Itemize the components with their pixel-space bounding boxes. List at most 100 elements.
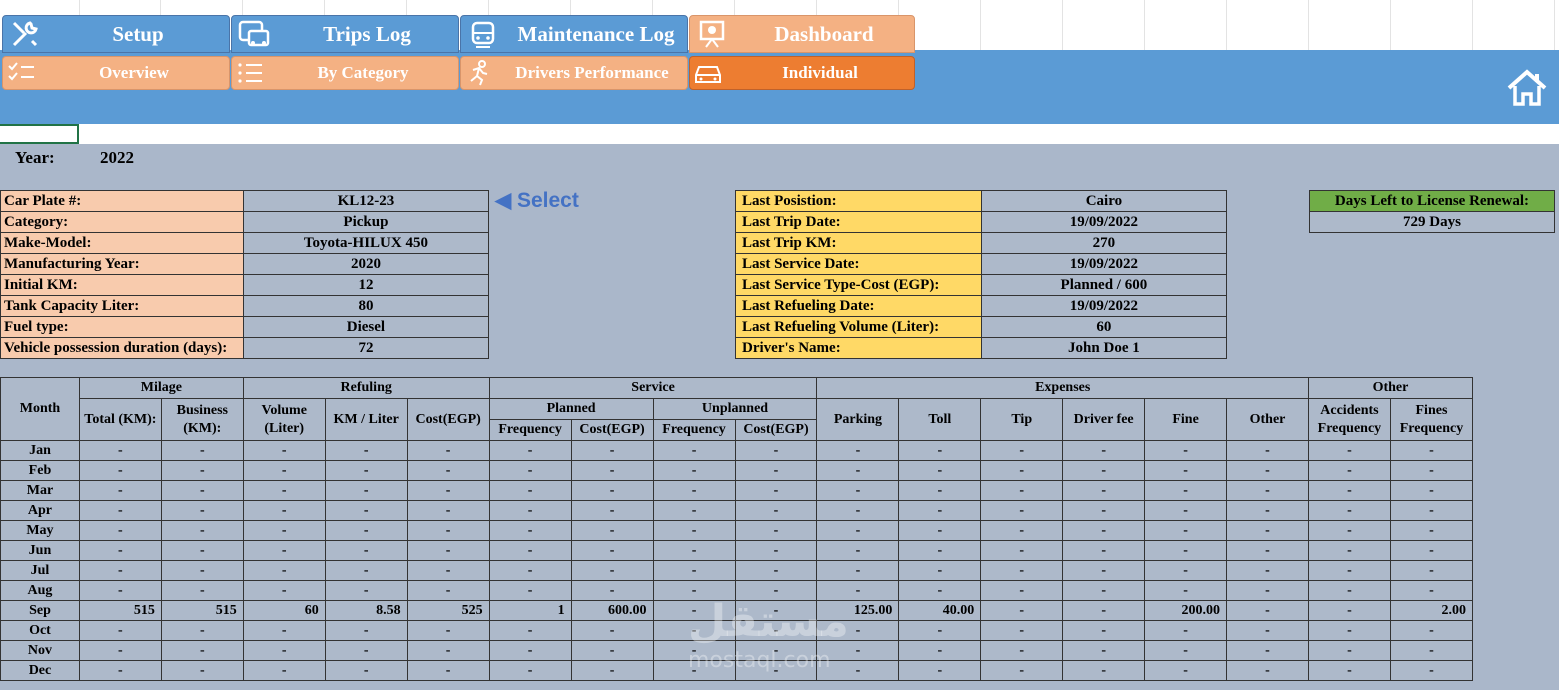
table-cell: - <box>652 560 736 581</box>
tab-setup[interactable]: Setup <box>2 15 230 53</box>
table-cell: - <box>1226 640 1309 661</box>
vehicle-info-key: Fuel type: <box>0 316 244 338</box>
month-cell: Apr <box>0 500 80 521</box>
table-cell: - <box>898 440 982 461</box>
subtab-label: Overview <box>99 63 169 82</box>
col-unplanned-frequency: Frequency <box>652 419 736 441</box>
tab-trips-log[interactable]: Trips Log <box>231 15 459 53</box>
table-cell: - <box>406 640 490 661</box>
table-cell: - <box>1226 580 1309 601</box>
table-cell: - <box>652 580 736 601</box>
home-icon[interactable] <box>1506 68 1548 108</box>
col-fine: Fine <box>1144 398 1228 441</box>
table-cell: - <box>1062 480 1146 501</box>
table-cell: - <box>406 560 490 581</box>
select-button[interactable]: ◀ Select <box>495 188 579 213</box>
table-cell: - <box>488 620 572 641</box>
group-service: Service <box>488 377 818 399</box>
table-cell: - <box>1307 480 1391 501</box>
subtab-drivers-performance[interactable]: Drivers Performance <box>460 56 688 90</box>
table-cell: - <box>734 560 818 581</box>
table-cell: - <box>1389 440 1474 461</box>
table-cell: - <box>816 620 900 641</box>
table-cell: - <box>734 620 818 641</box>
table-cell: - <box>816 500 900 521</box>
subtab-by-category[interactable]: By Category <box>231 56 459 90</box>
table-cell: - <box>1144 480 1228 501</box>
license-table: Days Left to License Renewal: 729 Days <box>1309 190 1555 233</box>
table-cell: - <box>242 640 326 661</box>
table-cell: - <box>652 460 736 481</box>
selected-cell[interactable] <box>0 124 79 144</box>
month-cell: Sep <box>0 600 80 621</box>
license-value: 729 Days <box>1309 211 1555 233</box>
table-cell: - <box>242 580 326 601</box>
table-cell: - <box>1307 500 1391 521</box>
vehicle-info-row: Vehicle possession duration (days): 72 <box>0 337 490 359</box>
table-row: Feb - - - - - - - - - - - - - - - - - <box>0 460 1474 481</box>
table-cell: - <box>734 500 818 521</box>
table-cell: - <box>734 480 818 501</box>
month-cell: Dec <box>0 660 80 681</box>
last-info-row: Last Refueling Volume (Liter): 60 <box>735 316 1228 338</box>
sheet-row-strip <box>0 124 1559 144</box>
vehicle-info-key: Manufacturing Year: <box>0 253 244 275</box>
table-cell: - <box>406 580 490 601</box>
subtab-label: By Category <box>317 63 409 82</box>
subtab-individual[interactable]: Individual <box>689 56 915 90</box>
checklist-icon <box>3 57 39 89</box>
table-row: Oct - - - - - - - - - - - - - - - - - <box>0 620 1474 641</box>
table-cell: - <box>980 620 1064 641</box>
table-cell: - <box>898 560 982 581</box>
last-info-row: Last Service Type-Cost (EGP): Planned / 6… <box>735 274 1228 296</box>
table-cell: - <box>160 660 244 681</box>
table-cell: - <box>980 440 1064 461</box>
table-cell: - <box>652 540 736 561</box>
table-cell: 515 <box>160 600 244 621</box>
vehicle-info-row: Car Plate #: KL12-23 <box>0 190 490 212</box>
table-cell: - <box>324 620 408 641</box>
sheet-gridline <box>1226 0 1227 50</box>
table-cell: 60 <box>242 600 326 621</box>
last-info-value: 19/09/2022 <box>980 211 1228 233</box>
col-parking: Parking <box>816 398 900 441</box>
table-cell: - <box>816 540 900 561</box>
table-cell: - <box>1144 440 1228 461</box>
table-cell: - <box>406 540 490 561</box>
table-cell: - <box>1226 620 1309 641</box>
table-cell: - <box>160 640 244 661</box>
table-cell: - <box>816 660 900 681</box>
group-expenses: Expenses <box>816 377 1309 399</box>
table-cell: - <box>160 620 244 641</box>
month-cell: Jul <box>0 560 80 581</box>
table-cell: - <box>1144 660 1228 681</box>
table-cell: - <box>324 440 408 461</box>
last-info-row: Last Trip Date: 19/09/2022 <box>735 211 1228 233</box>
vehicle-info-value[interactable]: KL12-23 <box>242 190 490 212</box>
last-info-key: Last Service Date: <box>735 253 982 275</box>
last-info-table: Last Posistion: Cairo Last Trip Date: 19/09… <box>735 190 1228 359</box>
subtab-label: Drivers Performance <box>515 63 669 82</box>
table-cell: - <box>1307 660 1391 681</box>
tab-dashboard[interactable]: Dashboard <box>689 15 915 53</box>
table-cell: - <box>160 540 244 561</box>
subtab-overview[interactable]: Overview <box>2 56 230 90</box>
table-cell: - <box>1144 520 1228 541</box>
year-value[interactable]: 2022 <box>100 148 134 168</box>
table-cell: - <box>1389 560 1474 581</box>
table-cell: - <box>1062 640 1146 661</box>
table-cell: - <box>898 640 982 661</box>
table-cell: - <box>652 440 736 461</box>
tab-maintenance-log[interactable]: Maintenance Log <box>460 15 688 53</box>
table-cell: - <box>488 540 572 561</box>
vehicle-info-row: Manufacturing Year: 2020 <box>0 253 490 275</box>
month-header: Month <box>0 377 80 441</box>
select-label: Select <box>516 189 579 212</box>
table-cell: - <box>1226 520 1309 541</box>
table-cell: - <box>816 520 900 541</box>
table-cell: - <box>1389 660 1474 681</box>
sheet-gridline <box>1062 0 1063 50</box>
license-label: Days Left to License Renewal: <box>1309 190 1555 212</box>
group-unplanned: Unplanned <box>652 398 818 420</box>
year-label: Year: <box>15 148 55 167</box>
